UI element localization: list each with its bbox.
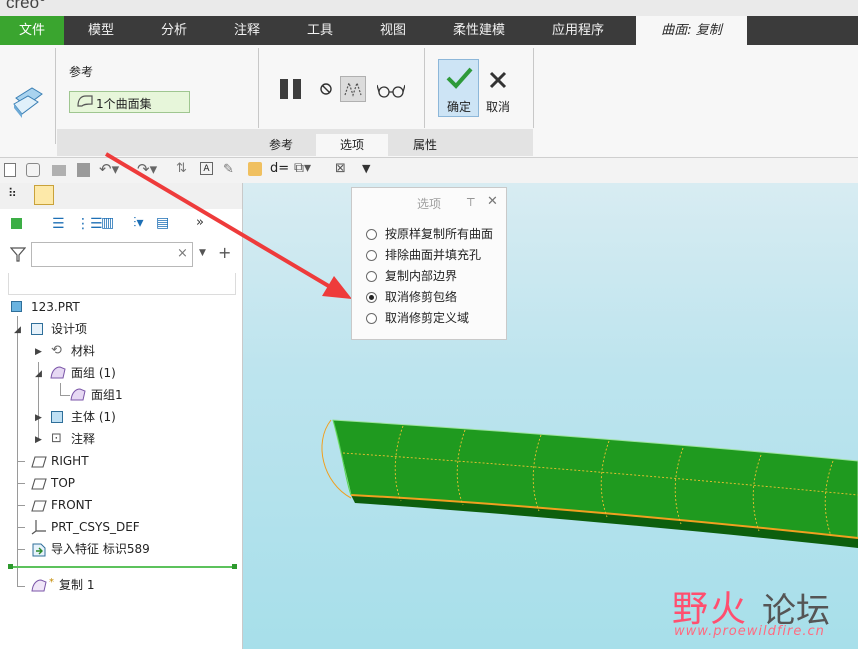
no-preview-icon[interactable]: [319, 82, 333, 99]
expand-arrow-icon[interactable]: ▶: [35, 410, 42, 426]
funnel-icon[interactable]: [9, 246, 27, 265]
coordinate-system-icon: [31, 519, 47, 538]
creo-logo: creo°: [6, 0, 46, 12]
menu-tools[interactable]: 工具: [284, 16, 356, 45]
tree-body-group[interactable]: 主体 (1): [71, 409, 116, 425]
ribbon-divider: [533, 48, 534, 128]
radio-copy-all[interactable]: [366, 229, 377, 240]
radio-exclude-fill[interactable]: [366, 250, 377, 261]
confirm-label: 确定: [447, 100, 472, 114]
tree-connector: [17, 316, 18, 586]
option-untrim-domain-label[interactable]: 取消修剪定义域: [385, 311, 469, 325]
radio-untrim-envelope[interactable]: [366, 292, 377, 303]
body-icon: [51, 411, 63, 423]
datum-plane-icon: [31, 478, 47, 493]
reference-value: 1个曲面集: [96, 97, 152, 111]
tree-connector: [17, 527, 25, 528]
tree-connector: [17, 461, 25, 462]
tab-surface-copy[interactable]: 曲面: 复制: [636, 16, 747, 45]
option-copy-all-label[interactable]: 按原样复制所有曲面: [385, 227, 493, 241]
datum-plane-icon: [31, 456, 47, 471]
material-icon: ⟲: [51, 343, 62, 358]
radio-copy-inside[interactable]: [366, 271, 377, 282]
collapse-arrow-icon[interactable]: ◢: [35, 366, 42, 382]
quilt-icon: [70, 388, 86, 405]
tree-connector: [17, 483, 25, 484]
verify-glasses-icon[interactable]: [376, 82, 406, 101]
new-feature-marker: *: [49, 577, 54, 588]
design-items-icon: [31, 323, 43, 335]
reference-label: 参考: [69, 65, 94, 79]
menu-applications[interactable]: 应用程序: [528, 16, 628, 45]
annotation-arrow: [104, 152, 352, 299]
tree-connector: [60, 383, 61, 395]
menu-model[interactable]: 模型: [64, 16, 138, 45]
ribbon-divider: [258, 48, 259, 128]
part-icon[interactable]: [11, 218, 22, 229]
model-tree-tab-icon[interactable]: ⠷: [8, 186, 17, 200]
subtab-properties[interactable]: 属性: [388, 134, 462, 156]
new-file-icon[interactable]: [4, 163, 16, 177]
expand-arrow-icon[interactable]: ▶: [35, 344, 42, 360]
tree-copy-feature[interactable]: 复制 1: [59, 577, 94, 593]
insert-marker-end: [8, 564, 13, 569]
tree-connector: [17, 505, 25, 506]
tree-import-feature[interactable]: 导入特征 标识589: [51, 541, 150, 557]
tree-material[interactable]: 材料: [71, 343, 95, 359]
tree-connector: [60, 395, 70, 396]
tree-design-items[interactable]: 设计项: [51, 321, 87, 337]
tree-quilt-item[interactable]: 面组1: [91, 387, 123, 403]
menu-flexible-modeling[interactable]: 柔性建模: [430, 16, 528, 45]
tree-filter-icon[interactable]: ⋮☰: [76, 216, 103, 232]
radio-untrim-domain[interactable]: [366, 313, 377, 324]
annotation-icon: ⊡: [51, 431, 62, 446]
menu-file[interactable]: 文件: [0, 16, 64, 45]
layer-tab-icon[interactable]: [34, 185, 54, 205]
surface-copy-feature-icon: [10, 84, 46, 123]
option-exclude-fill-label[interactable]: 排除曲面并填充孔: [385, 248, 481, 262]
option-copy-inside-label[interactable]: 复制内部边界: [385, 269, 457, 283]
copy-feature-icon: [31, 579, 47, 596]
tree-quilt-group[interactable]: 面组 (1): [71, 365, 116, 381]
collapse-arrow-icon[interactable]: ◢: [14, 322, 21, 338]
datum-plane-icon: [31, 500, 47, 515]
menu-bar: 文件 模型 分析 注释 工具 视图 柔性建模 应用程序 曲面: 复制: [0, 16, 858, 45]
tree-columns-icon[interactable]: ☰: [52, 216, 65, 232]
tree-annotations[interactable]: 注释: [71, 431, 95, 447]
insert-marker-end: [232, 564, 237, 569]
import-feature-icon: [31, 542, 47, 561]
tree-datum-right[interactable]: RIGHT: [51, 453, 89, 469]
options-panel-title: 选项: [416, 197, 441, 211]
title-strip: creo°: [0, 0, 858, 16]
pause-icon[interactable]: [280, 79, 302, 99]
cancel-icon[interactable]: [488, 70, 508, 93]
preview-geometry-icon[interactable]: [340, 76, 366, 102]
option-untrim-envelope-label[interactable]: 取消修剪包络: [385, 290, 457, 304]
quilt-icon: [50, 366, 66, 383]
close-icon[interactable]: ✕: [487, 194, 498, 209]
tree-connector: [17, 586, 25, 587]
tree-datum-top[interactable]: TOP: [51, 475, 75, 491]
menu-analysis[interactable]: 分析: [138, 16, 210, 45]
open-file-icon[interactable]: [26, 163, 40, 177]
menu-view[interactable]: 视图: [356, 16, 430, 45]
watermark-url: www.proewildfire.cn: [674, 624, 825, 639]
cancel-label[interactable]: 取消: [486, 98, 510, 115]
save-icon[interactable]: [77, 163, 90, 177]
tree-root-part[interactable]: 123.PRT: [31, 299, 80, 315]
checkmark-icon: [445, 66, 473, 93]
ribbon-divider: [55, 48, 56, 144]
pin-icon[interactable]: ⊤: [466, 196, 476, 209]
expand-arrow-icon[interactable]: ▶: [35, 432, 42, 448]
folder-icon[interactable]: [52, 165, 66, 176]
insert-here-marker[interactable]: [10, 566, 236, 568]
part-icon: [11, 301, 22, 312]
ribbon-divider: [424, 48, 425, 128]
tree-csys[interactable]: PRT_CSYS_DEF: [51, 519, 140, 535]
tree-connector: [17, 549, 25, 550]
toolbar-overflow-icon[interactable]: ▼: [362, 162, 370, 175]
surface-set-icon: [76, 94, 94, 111]
menu-annotate[interactable]: 注释: [210, 16, 284, 45]
tree-datum-front[interactable]: FRONT: [51, 497, 92, 513]
